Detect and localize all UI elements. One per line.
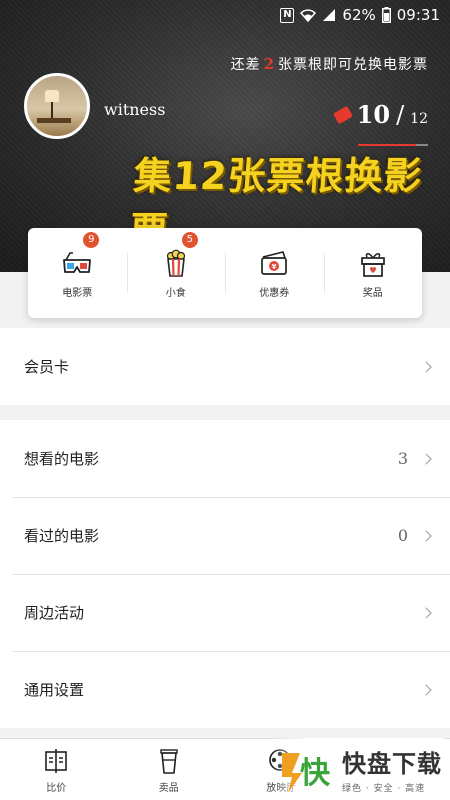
compare-icon [43, 747, 69, 775]
avatar-lamp-stem [51, 102, 53, 118]
svg-text:¥: ¥ [272, 263, 277, 271]
row-label: 想看的电影 [24, 450, 100, 468]
avatar[interactable] [24, 73, 90, 139]
svg-text:快: 快 [300, 756, 331, 791]
status-bar: N 62% 09:31 [0, 0, 450, 30]
battery-percent: 62% [342, 6, 376, 24]
quick-action-snacks[interactable]: 5 小食 [126, 231, 226, 303]
quick-actions-card: 9 电影票 5 小食 ¥ 优惠券 奖品 [28, 228, 422, 318]
snacks-badge: 5 [181, 231, 198, 248]
cup-icon [156, 747, 182, 775]
remain-count: 2 [263, 55, 275, 73]
quick-action-label: 电影票 [62, 287, 93, 299]
row-label: 通用设置 [24, 681, 85, 699]
row-label: 会员卡 [24, 358, 70, 376]
progress-current: 10 [356, 100, 391, 129]
row-label: 周边活动 [24, 604, 85, 622]
nearby-events-row[interactable]: 周边活动 [0, 574, 450, 651]
want-to-watch-row[interactable]: 想看的电影 3 [0, 420, 450, 497]
progress-separator: / [396, 101, 405, 129]
clock: 09:31 [396, 6, 440, 24]
avatar-table [37, 118, 71, 123]
quick-action-label: 奖品 [362, 287, 383, 299]
movie-tickets-badge: 9 [83, 231, 100, 248]
tab-label: 卖品 [158, 783, 179, 794]
quick-action-movie-tickets[interactable]: 9 电影票 [28, 231, 127, 303]
kuaipan-logo-icon: 快 [278, 743, 336, 795]
remain-prefix: 还差 [230, 57, 261, 73]
chevron-right-icon [420, 606, 432, 619]
general-settings-row[interactable]: 通用设置 [0, 651, 450, 728]
quick-action-label: 优惠券 [259, 287, 290, 299]
username[interactable]: witness [104, 100, 165, 119]
chevron-right-icon [420, 360, 432, 373]
tab-compare[interactable]: 比价 [0, 739, 113, 800]
quick-action-coupons[interactable]: ¥ 优惠券 [225, 243, 324, 303]
watched-count: 0 [397, 526, 408, 545]
ticket-progress: 10 / 12 [332, 100, 428, 129]
ticket-remaining-text: 还差 2 张票根即可兑换电影票 [231, 54, 428, 74]
quick-action-prizes[interactable]: 奖品 [323, 243, 423, 303]
tab-concessions[interactable]: 卖品 [113, 739, 226, 800]
chevron-right-icon [420, 452, 432, 465]
quick-action-label: 小食 [165, 287, 186, 299]
want-to-watch-count: 3 [397, 449, 408, 468]
membership-group: 会员卡 [0, 328, 450, 405]
watermark: 快 快盘下载 绿色 · 安全 · 高速 [272, 738, 444, 800]
avatar-lamp [45, 90, 59, 102]
remain-suffix: 张票根即可兑换电影票 [278, 57, 428, 73]
nfc-icon: N [280, 7, 295, 23]
movie-menu-group: 想看的电影 3 看过的电影 0 周边活动 通用设置 [0, 420, 450, 728]
watched-row[interactable]: 看过的电影 0 [0, 497, 450, 574]
chevron-right-icon [420, 683, 432, 696]
chevron-right-icon [420, 529, 432, 542]
popcorn-icon: 5 [160, 231, 198, 278]
watermark-brand: 快盘下载 [342, 750, 442, 778]
membership-card-row[interactable]: 会员卡 [0, 328, 450, 405]
progress-total: 12 [410, 111, 428, 127]
coupon-icon: ¥ [258, 248, 290, 278]
battery-icon [381, 7, 391, 23]
3d-glasses-icon: 9 [61, 231, 100, 278]
tab-label: 比价 [46, 783, 67, 794]
watermark-slogan: 绿色 · 安全 · 高速 [342, 784, 426, 794]
signal-icon [322, 8, 336, 22]
gift-icon [357, 248, 389, 278]
ticket-icon [332, 105, 353, 124]
wifi-icon [300, 8, 317, 22]
row-label: 看过的电影 [24, 527, 100, 545]
